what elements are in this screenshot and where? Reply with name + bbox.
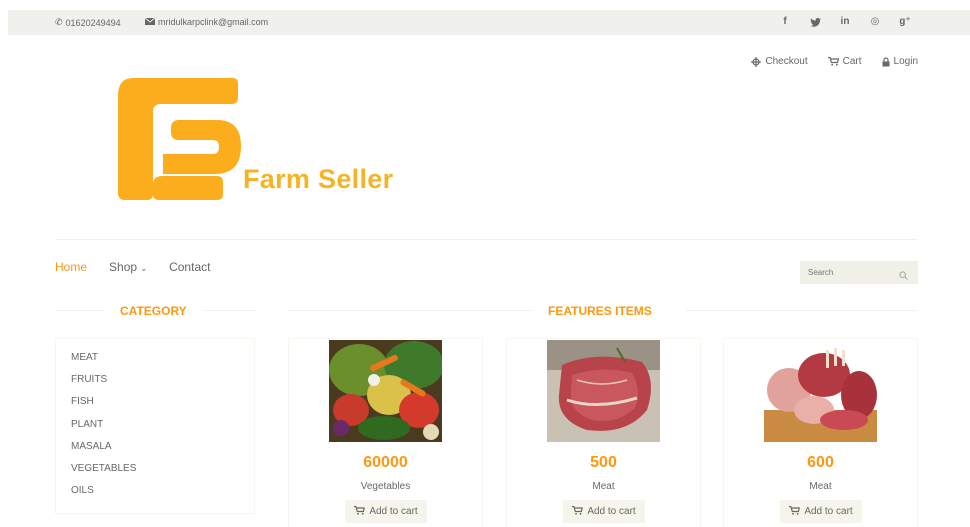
nav-item-contact[interactable]: Contact	[169, 260, 210, 274]
cart-icon	[827, 57, 839, 66]
checkout-label: Checkout	[765, 56, 808, 67]
product-name: Vegetables	[360, 481, 411, 492]
login-link[interactable]: Login	[882, 56, 918, 67]
category-title-line-left	[55, 310, 105, 311]
checkout-link[interactable]: Checkout	[751, 56, 808, 67]
category-item-vegetables[interactable]: VEGETABLES	[71, 461, 254, 483]
product-card: 500 Meat Add to cart	[506, 338, 701, 527]
category-item-masala[interactable]: MASALA	[71, 439, 254, 461]
header-divider	[55, 239, 917, 240]
cart-icon	[571, 505, 583, 518]
add-to-cart-label: Add to cart	[369, 506, 418, 517]
product-card: 60000 Vegetables Add to cart	[288, 338, 483, 527]
phone-number: 01620249494	[65, 17, 121, 28]
brand-name[interactable]: Farm Seller	[243, 164, 393, 195]
product-name: Meat	[809, 481, 832, 492]
category-title: CATEGORY	[120, 304, 187, 318]
category-item-oils[interactable]: OILS	[71, 483, 254, 505]
category-item-fish[interactable]: FISH	[71, 394, 254, 416]
meat-cuts-photo[interactable]	[764, 340, 877, 442]
chevron-down-icon: ⌄	[140, 264, 148, 273]
product-price: 500	[590, 454, 617, 471]
product-price: 600	[807, 454, 834, 471]
cart-label: Cart	[842, 56, 862, 67]
cart-icon	[788, 505, 800, 518]
header-links: Checkout Cart Login	[751, 56, 918, 67]
category-title-line-right	[204, 310, 255, 311]
add-to-cart-label: Add to cart	[804, 506, 853, 517]
google-plus-icon[interactable]: g⁺	[890, 14, 920, 33]
features-title-line-left	[288, 310, 532, 311]
search-icon[interactable]	[899, 267, 908, 285]
features-title: FEATURES ITEMS	[548, 304, 652, 318]
add-to-cart-button[interactable]: Add to cart	[562, 500, 645, 523]
social-links: f in ◎ g⁺	[770, 14, 920, 33]
dribbble-icon[interactable]: ◎	[860, 14, 890, 33]
vegetables-photo[interactable]	[329, 340, 442, 442]
nav-item-home[interactable]: Home	[55, 260, 87, 274]
category-item-fruits[interactable]: FRUITS	[71, 372, 254, 394]
steak-photo[interactable]	[547, 340, 660, 442]
main-nav: Home Shop ⌄ Contact	[55, 260, 210, 274]
top-bar: ✆ 01620249494 mridulkarpclink@gmail.com …	[8, 10, 970, 35]
phone-icon: ✆	[55, 17, 63, 27]
cart-icon	[353, 505, 365, 518]
product-card: 600 Meat Add to cart	[723, 338, 918, 527]
twitter-icon[interactable]	[800, 14, 830, 33]
nav-item-shop[interactable]: Shop ⌄	[109, 260, 147, 274]
email-contact[interactable]: mridulkarpclink@gmail.com	[144, 17, 269, 27]
product-name: Meat	[592, 481, 615, 492]
category-panel: MEAT FRUITS FISH PLANT MASALA VEGETABLES…	[55, 338, 255, 514]
email-address: mridulkarpclink@gmail.com	[158, 17, 269, 27]
login-label: Login	[893, 56, 918, 67]
search-box	[800, 261, 918, 284]
lock-icon	[882, 56, 890, 67]
nav-item-shop-label: Shop	[109, 260, 138, 274]
category-item-meat[interactable]: MEAT	[71, 350, 254, 372]
cart-link[interactable]: Cart	[827, 56, 862, 67]
facebook-icon[interactable]: f	[770, 14, 800, 33]
envelope-icon	[144, 17, 156, 27]
features-title-line-right	[686, 310, 917, 311]
add-to-cart-label: Add to cart	[587, 506, 636, 517]
product-price: 60000	[363, 454, 408, 471]
add-to-cart-button[interactable]: Add to cart	[779, 500, 862, 523]
add-to-cart-button[interactable]: Add to cart	[344, 500, 427, 523]
linkedin-icon[interactable]: in	[830, 14, 860, 33]
category-item-plant[interactable]: PLANT	[71, 417, 254, 439]
phone-contact[interactable]: ✆ 01620249494	[55, 17, 121, 28]
crosshair-icon	[751, 56, 762, 67]
